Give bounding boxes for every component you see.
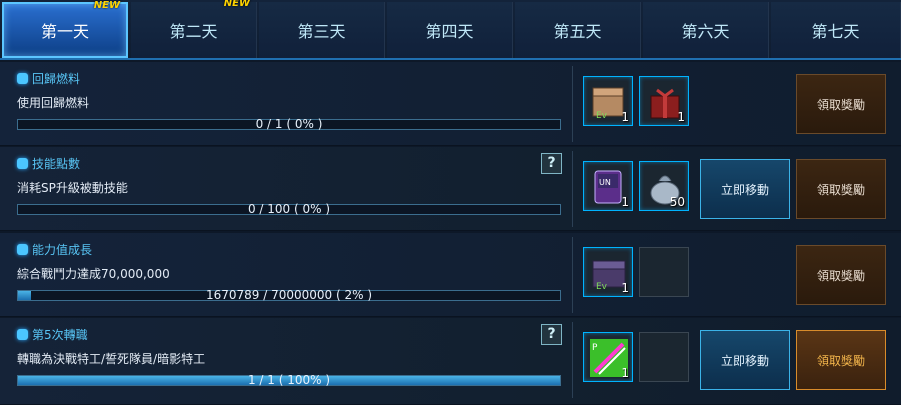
- tab-day-7[interactable]: 第七天: [771, 2, 901, 58]
- mission-row: 第5次轉職 ? 轉職為決戰特工/誓死隊員/暗影特工 1 / 1 ( 100% )…: [0, 318, 901, 405]
- empty-reward-slot: [639, 247, 689, 297]
- divider: [572, 66, 573, 142]
- tab-day-1[interactable]: 第一天 NEW: [2, 0, 128, 58]
- empty-reward-slot: [639, 332, 689, 382]
- mission-description: 消耗SP升級被動技能: [17, 181, 128, 195]
- tab-label: 第二天: [169, 22, 218, 41]
- svg-text:Ev: Ev: [596, 111, 608, 121]
- hexagon-bullet-icon: [17, 73, 28, 84]
- reward-quantity: 1: [621, 366, 629, 380]
- tab-label: 第六天: [681, 22, 730, 41]
- progress-text: 1 / 1 ( 100% ): [247, 373, 331, 387]
- mission-row: 回歸燃料 使用回歸燃料 0 / 1 ( 0% ) Ev 1 1 領取獎勵: [0, 62, 901, 146]
- reward-quantity: 1: [621, 110, 629, 124]
- svg-text:Ev: Ev: [596, 282, 608, 292]
- tab-day-4[interactable]: 第四天: [387, 2, 513, 58]
- tab-label: 第四天: [425, 22, 474, 41]
- tab-day-5[interactable]: 第五天: [515, 2, 641, 58]
- claim-reward-button[interactable]: 領取獎勵: [796, 74, 886, 134]
- progress-bar: 1 / 1 ( 100% ): [17, 373, 561, 387]
- divider: [572, 322, 573, 398]
- tab-day-2[interactable]: 第二天 NEW: [131, 0, 257, 58]
- progress-text: 1670789 / 70000000 ( 2% ): [205, 288, 373, 302]
- help-icon[interactable]: ?: [541, 153, 562, 174]
- tab-label: 第五天: [553, 22, 602, 41]
- tab-day-6[interactable]: 第六天: [643, 2, 769, 58]
- reward-slot[interactable]: UN 1: [583, 161, 633, 211]
- hexagon-bullet-icon: [17, 244, 28, 255]
- move-now-button[interactable]: 立即移動: [700, 330, 790, 390]
- mission-row: 能力值成長 綜合戰鬥力達成70,000,000 1670789 / 700000…: [0, 233, 901, 317]
- divider: [572, 237, 573, 313]
- reward-slot[interactable]: Ev 1: [583, 247, 633, 297]
- tab-day-3[interactable]: 第三天: [259, 2, 385, 58]
- reward-slot[interactable]: 1: [639, 76, 689, 126]
- tab-label: 第七天: [811, 22, 860, 41]
- progress-bar: 0 / 100 ( 0% ): [17, 202, 561, 216]
- reward-quantity: 50: [669, 195, 685, 209]
- claim-reward-button[interactable]: 領取獎勵: [796, 159, 886, 219]
- tab-label: 第一天: [40, 22, 89, 41]
- new-badge: NEW: [223, 0, 250, 9]
- claim-reward-button[interactable]: 領取獎勵: [796, 330, 886, 390]
- svg-text:P: P: [592, 343, 598, 353]
- tab-label: 第三天: [297, 22, 346, 41]
- hexagon-bullet-icon: [17, 158, 28, 169]
- move-now-button[interactable]: 立即移動: [700, 159, 790, 219]
- new-badge: NEW: [93, 0, 120, 11]
- reward-quantity: 1: [677, 110, 685, 124]
- reward-slot[interactable]: Ev 1: [583, 76, 633, 126]
- reward-quantity: 1: [621, 281, 629, 295]
- mission-title: 第5次轉職: [17, 326, 88, 343]
- reward-quantity: 1: [621, 195, 629, 209]
- claim-reward-button[interactable]: 領取獎勵: [796, 245, 886, 305]
- svg-text:UN: UN: [599, 178, 611, 187]
- day-tabs: 第一天 NEW 第二天 NEW 第三天 第四天 第五天 第六天 第七天: [0, 0, 901, 60]
- mission-description: 轉職為決戰特工/誓死隊員/暗影特工: [17, 352, 206, 366]
- help-icon[interactable]: ?: [541, 324, 562, 345]
- reward-slot[interactable]: 50: [639, 161, 689, 211]
- mission-title: 技能點數: [17, 155, 80, 172]
- hexagon-bullet-icon: [17, 329, 28, 340]
- progress-bar: 0 / 1 ( 0% ): [17, 117, 561, 131]
- reward-slot[interactable]: P 1: [583, 332, 633, 382]
- mission-title: 能力值成長: [17, 241, 92, 258]
- progress-text: 0 / 1 ( 0% ): [255, 117, 323, 131]
- mission-description: 使用回歸燃料: [17, 96, 90, 110]
- mission-row: 技能點數 ? 消耗SP升級被動技能 0 / 100 ( 0% ) UN 1 50…: [0, 147, 901, 231]
- progress-bar: 1670789 / 70000000 ( 2% ): [17, 288, 561, 302]
- divider: [572, 151, 573, 227]
- mission-title: 回歸燃料: [17, 70, 80, 87]
- mission-description: 綜合戰鬥力達成70,000,000: [17, 267, 170, 281]
- progress-text: 0 / 100 ( 0% ): [247, 202, 331, 216]
